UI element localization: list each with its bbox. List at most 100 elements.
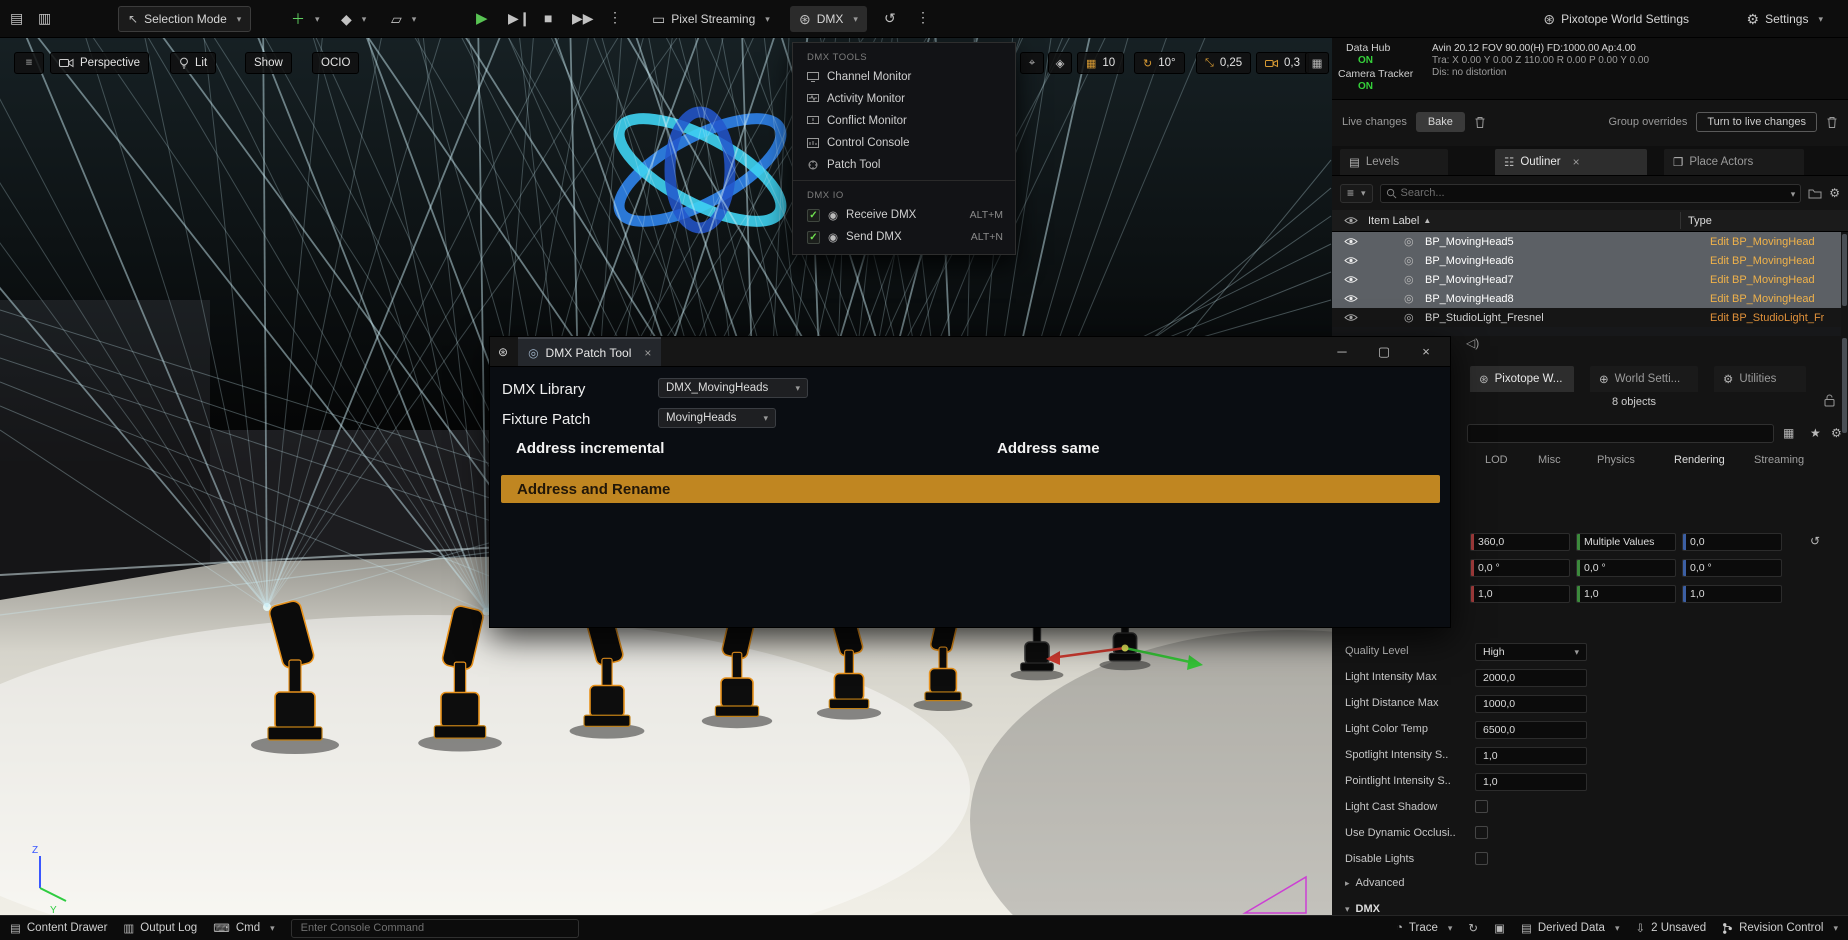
modes-dropdown[interactable]: ◆▾: [332, 6, 375, 32]
maximize-button[interactable]: ▢: [1368, 344, 1400, 360]
patch-window-titlebar[interactable]: ⊛ ◎ DMX Patch Tool × ─ ▢ ×: [490, 337, 1450, 367]
surface-snap-button[interactable]: ⌖: [1020, 52, 1044, 74]
table-row[interactable]: ◎ BP_StudioLight_Fresnel Edit BP_StudioL…: [1332, 308, 1841, 327]
menu-item-send-dmx[interactable]: ✓ ◉ Send DMX ALT+N: [793, 226, 1015, 248]
reset-transform-icon[interactable]: ↺: [1810, 534, 1820, 548]
console-command-input[interactable]: [291, 919, 579, 938]
dmx-library-dropdown[interactable]: DMX_MovingHeads ▾: [658, 378, 808, 398]
close-icon[interactable]: ×: [1573, 155, 1580, 169]
spotlight-intensity-field[interactable]: 1,0: [1475, 747, 1587, 765]
category-tab-rendering[interactable]: Rendering: [1674, 454, 1725, 466]
light-cast-shadow-checkbox[interactable]: [1475, 800, 1488, 813]
outliner-scrollbar[interactable]: [1842, 234, 1847, 306]
pointlight-intensity-field[interactable]: 1,0: [1475, 773, 1587, 791]
menu-item-channel-monitor[interactable]: Channel Monitor: [793, 66, 1015, 88]
scale-x-field[interactable]: 1,0: [1470, 585, 1570, 603]
tab-outliner[interactable]: ☷ Outliner ×: [1495, 149, 1647, 175]
checkbox-checked-icon[interactable]: ✓: [807, 231, 820, 244]
table-row[interactable]: ◎ BP_MovingHead6 Edit BP_MovingHead: [1332, 251, 1841, 270]
address-same-option[interactable]: Address same: [997, 440, 1100, 457]
table-row[interactable]: ◎ BP_MovingHead8 Edit BP_MovingHead: [1332, 289, 1841, 308]
edit-blueprint-link[interactable]: Edit BP_StudioLight_Fr: [1710, 312, 1824, 324]
save-icon[interactable]: ▤: [10, 10, 23, 27]
trace-dropdown[interactable]: ◔ Trace ▾: [1396, 922, 1452, 934]
filter-button[interactable]: ≡▾: [1340, 184, 1373, 203]
pixotope-world-settings-button[interactable]: ⊛ Pixotope World Settings: [1534, 6, 1698, 32]
details-scrollbar[interactable]: [1842, 338, 1847, 433]
revision-control-dropdown[interactable]: Revision Control ▾: [1722, 922, 1838, 935]
play-button[interactable]: ▶: [476, 9, 488, 27]
location-x-field[interactable]: 360,0: [1470, 533, 1570, 551]
menu-item-patch-tool[interactable]: Patch Tool: [793, 154, 1015, 176]
tab-levels[interactable]: ▤ Levels: [1340, 149, 1448, 175]
category-tab-misc[interactable]: Misc: [1538, 454, 1561, 466]
rotation-z-field[interactable]: 0,0 °: [1682, 559, 1782, 577]
folder-icon[interactable]: [1808, 188, 1822, 199]
perspective-dropdown[interactable]: Perspective: [50, 52, 149, 74]
scale-y-field[interactable]: 1,0: [1576, 585, 1676, 603]
selection-mode-dropdown[interactable]: ↖ Selection Mode ▾: [118, 6, 251, 32]
eye-icon[interactable]: [1344, 237, 1358, 246]
derived-data-dropdown[interactable]: ▤ Derived Data ▾: [1521, 921, 1620, 935]
grid-snap-button[interactable]: ▦10: [1077, 52, 1124, 74]
light-intensity-max-field[interactable]: 2000,0: [1475, 669, 1587, 687]
refresh-icon[interactable]: ↻: [1468, 921, 1478, 935]
lit-dropdown[interactable]: Lit: [170, 52, 216, 74]
location-y-field[interactable]: Multiple Values: [1576, 533, 1676, 551]
cinematics-dropdown[interactable]: ▱▾: [382, 6, 425, 32]
rotation-y-field[interactable]: 0,0 °: [1576, 559, 1676, 577]
column-item-label[interactable]: Item Label: [1368, 215, 1419, 227]
trash-icon[interactable]: [1826, 116, 1838, 129]
dmx-section-header[interactable]: ▾ DMX: [1345, 903, 1380, 915]
grid-view-icon[interactable]: ▦: [1783, 426, 1794, 440]
edit-blueprint-link[interactable]: Edit BP_MovingHead: [1710, 236, 1815, 248]
show-dropdown[interactable]: Show: [245, 52, 292, 74]
import-icon[interactable]: ▥: [38, 10, 51, 27]
history-icon[interactable]: ↺: [884, 10, 896, 27]
advanced-section-header[interactable]: ▸ Advanced: [1345, 877, 1404, 889]
minimize-button[interactable]: ─: [1326, 344, 1358, 359]
location-z-field[interactable]: 0,0: [1682, 533, 1782, 551]
cmd-dropdown[interactable]: ⌨ Cmd ▾: [213, 921, 274, 935]
menu-item-receive-dmx[interactable]: ✓ ◉ Receive DMX ALT+M: [793, 204, 1015, 226]
gear-icon[interactable]: ⚙: [1831, 426, 1842, 440]
menu-item-activity-monitor[interactable]: Activity Monitor: [793, 88, 1015, 110]
address-and-rename-option[interactable]: Address and Rename: [501, 475, 1440, 503]
output-log-button[interactable]: ▥ Output Log: [123, 921, 197, 935]
close-button[interactable]: ×: [1410, 344, 1442, 359]
ocio-dropdown[interactable]: OCIO: [312, 52, 359, 74]
settings-dropdown[interactable]: ⚙ Settings ▾: [1738, 6, 1832, 32]
unsaved-button[interactable]: ⇩ 2 Unsaved: [1635, 921, 1706, 935]
menu-item-control-console[interactable]: Control Console: [793, 132, 1015, 154]
eye-icon[interactable]: [1344, 313, 1358, 322]
more-options-icon[interactable]: ⋮: [916, 9, 930, 26]
bake-button[interactable]: Bake: [1416, 112, 1465, 132]
eye-icon[interactable]: [1344, 256, 1358, 265]
eye-icon[interactable]: [1344, 294, 1358, 303]
details-search-input[interactable]: [1467, 424, 1774, 443]
edit-blueprint-link[interactable]: Edit BP_MovingHead: [1710, 274, 1815, 286]
speaker-icon[interactable]: ◁): [1466, 336, 1479, 350]
category-tab-physics[interactable]: Physics: [1597, 454, 1635, 466]
frame-icon[interactable]: ▣: [1494, 921, 1505, 935]
patch-tool-tab[interactable]: ◎ DMX Patch Tool ×: [518, 337, 661, 366]
quality-level-dropdown[interactable]: High▾: [1475, 643, 1587, 661]
stop-button[interactable]: ■: [544, 10, 552, 26]
rotation-snap-button[interactable]: ↻10°: [1134, 52, 1185, 74]
viewport-menu-button[interactable]: ≡: [14, 52, 44, 74]
add-actor-dropdown[interactable]: ＋▾: [282, 6, 329, 32]
lock-icon[interactable]: [1824, 394, 1835, 407]
star-icon[interactable]: ★: [1810, 426, 1821, 440]
camera-speed-button[interactable]: 0,3: [1256, 52, 1309, 74]
content-drawer-button[interactable]: ▤ Content Drawer: [10, 921, 107, 935]
scale-z-field[interactable]: 1,0: [1682, 585, 1782, 603]
tab-world-settings[interactable]: ⊕ World Setti...: [1590, 366, 1698, 392]
skip-button[interactable]: ▶▶: [572, 10, 594, 27]
group-overrides-button[interactable]: Group overrides: [1608, 116, 1687, 128]
column-type[interactable]: Type: [1688, 215, 1712, 227]
checkbox-checked-icon[interactable]: ✓: [807, 209, 820, 222]
dmx-dropdown-button[interactable]: ⊛ DMX ▾: [790, 6, 867, 32]
category-tab-lod[interactable]: LOD: [1485, 454, 1508, 466]
scale-snap-button[interactable]: ⤡0,25: [1196, 52, 1251, 74]
trash-icon[interactable]: [1474, 116, 1486, 129]
